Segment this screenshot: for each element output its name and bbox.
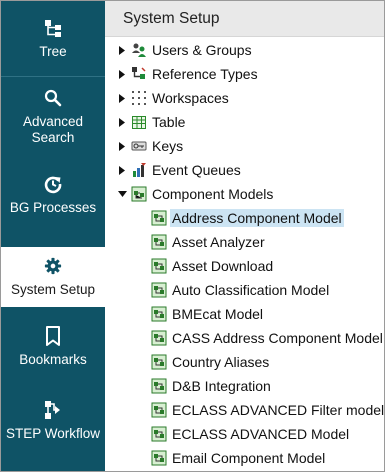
search-icon	[44, 88, 62, 108]
tree-item-label: Keys	[152, 138, 184, 154]
tree-item-label: Reference Types	[152, 66, 258, 82]
component-model-icon	[151, 258, 167, 274]
tree-item-component-model[interactable]: D&B Integration	[151, 375, 273, 397]
tree-item-label: Table	[152, 114, 186, 130]
workspaces-icon	[132, 91, 146, 105]
tree-item-label: Country Aliases	[172, 354, 270, 370]
tree-item-label: Email Component Model	[172, 450, 326, 466]
sidebar-item-step-workflow[interactable]: STEP Workflow	[1, 385, 105, 457]
tree-item-label: BMEcat Model	[172, 306, 264, 322]
sidebar-item-label: System Setup	[10, 282, 96, 297]
tree-item-table[interactable]: Table	[117, 111, 187, 133]
tree-item-label: ECLASS ADVANCED Model	[172, 426, 350, 442]
tree-item-label: Asset Analyzer	[172, 234, 265, 250]
sidebar-item-label: Tree	[39, 44, 67, 59]
refresh-icon	[43, 174, 63, 194]
tree-item-label: Component Models	[152, 186, 274, 202]
tree-icon	[43, 18, 63, 38]
tree-item-label: Auto Classification Model	[172, 282, 330, 298]
sidebar-item-system-setup[interactable]: System Setup	[1, 247, 105, 307]
tree-item-component-model[interactable]: Email Component Model	[151, 447, 327, 469]
tree-item-label: CASS Address Component Model	[172, 330, 383, 346]
main-panel: System Setup Users & Groups Reference Ty…	[105, 1, 384, 471]
component-model-icon	[151, 330, 167, 346]
tree-item-component-model[interactable]: Address Component Model	[151, 207, 344, 229]
sidebar-item-label: Bookmarks	[19, 352, 87, 367]
component-model-icon	[151, 234, 167, 250]
sidebar: Tree Advanced Search BG Processes System…	[1, 1, 105, 471]
page-title: System Setup	[105, 1, 384, 37]
component-model-icon	[151, 354, 167, 370]
table-icon	[132, 116, 146, 129]
expand-arrow-icon[interactable]	[117, 69, 127, 79]
bookmark-icon	[45, 326, 61, 346]
sidebar-item-tree[interactable]: Tree	[1, 3, 105, 75]
tree-item-component-model[interactable]: CASS Address Component Model	[151, 327, 384, 349]
sidebar-item-bg-processes[interactable]: BG Processes	[1, 159, 105, 231]
sidebar-item-label: STEP Workflow	[5, 426, 101, 441]
app-window: Tree Advanced Search BG Processes System…	[0, 0, 385, 472]
reference-types-icon	[132, 67, 146, 79]
tree-item-event-queues[interactable]: Event Queues	[117, 159, 243, 181]
component-model-icon	[151, 306, 167, 322]
component-model-icon	[151, 378, 167, 394]
sidebar-item-label: BG Processes	[9, 200, 97, 215]
tree-item-keys[interactable]: Keys	[117, 135, 185, 157]
workflow-icon	[43, 400, 63, 420]
tree-item-label: Users & Groups	[152, 42, 252, 58]
tree-item-component-model[interactable]: Asset Analyzer	[151, 231, 267, 253]
tree-item-label: Workspaces	[152, 90, 229, 106]
tree-item-component-model[interactable]: Asset Download	[151, 255, 275, 277]
component-model-icon	[151, 402, 167, 418]
tree-item-component-model[interactable]: Auto Classification Model	[151, 279, 331, 301]
component-models-icon	[131, 186, 147, 202]
users-icon	[132, 43, 146, 57]
tree-item-component-model[interactable]: BMEcat Model	[151, 303, 265, 325]
tree-item-component-models[interactable]: Component Models	[117, 183, 275, 205]
expand-arrow-icon[interactable]	[117, 117, 127, 127]
collapse-arrow-icon[interactable]	[117, 189, 127, 199]
tree-item-reference-types[interactable]: Reference Types	[117, 63, 260, 85]
tree-item-label: D&B Integration	[172, 378, 271, 394]
expand-arrow-icon[interactable]	[117, 93, 127, 103]
tree-item-label: ECLASS ADVANCED Filter model	[172, 402, 385, 418]
component-model-icon	[151, 210, 167, 226]
component-model-icon	[151, 282, 167, 298]
tree-item-label: Asset Download	[172, 258, 274, 274]
tree-item-workspaces[interactable]: Workspaces	[117, 87, 231, 109]
tree-item-component-model[interactable]: Country Aliases	[151, 351, 271, 373]
sidebar-item-bookmarks[interactable]: Bookmarks	[1, 311, 105, 383]
tree-item-label: Address Component Model	[170, 209, 344, 227]
sidebar-item-label: Advanced Search	[22, 114, 84, 145]
tree-item-users-groups[interactable]: Users & Groups	[117, 39, 254, 61]
expand-arrow-icon[interactable]	[117, 141, 127, 151]
sidebar-item-advanced-search[interactable]: Advanced Search	[1, 77, 105, 157]
gear-icon	[44, 256, 62, 276]
component-model-icon	[151, 426, 167, 442]
component-model-icon	[151, 450, 167, 466]
event-queues-icon	[133, 163, 146, 177]
expand-arrow-icon[interactable]	[117, 165, 127, 175]
expand-arrow-icon[interactable]	[117, 45, 127, 55]
tree-item-label: Event Queues	[152, 162, 241, 178]
keys-icon	[131, 141, 147, 151]
tree-item-component-model[interactable]: ECLASS ADVANCED Filter model	[151, 399, 385, 421]
tree-item-component-model[interactable]: ECLASS ADVANCED Model	[151, 423, 351, 445]
